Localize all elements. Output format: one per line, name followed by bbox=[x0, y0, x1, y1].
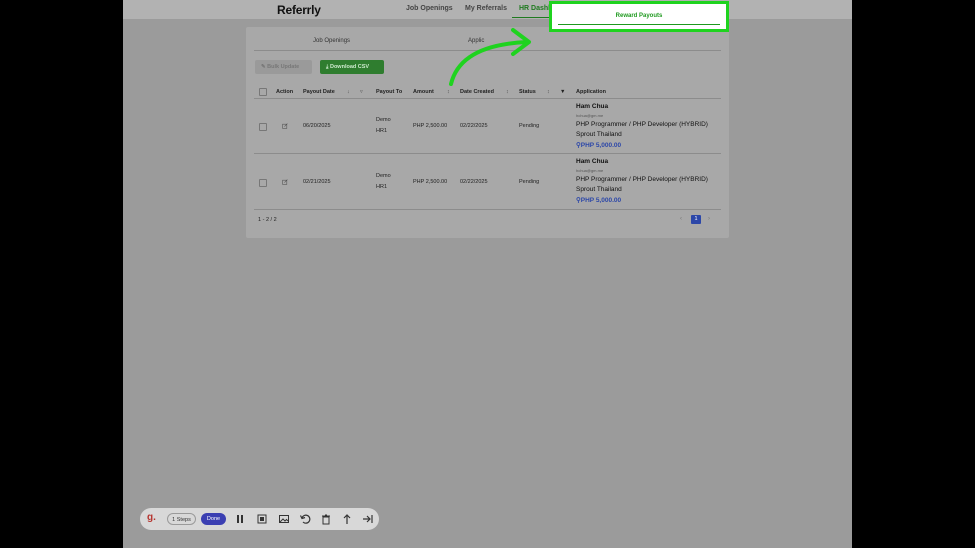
image-icon[interactable] bbox=[278, 513, 290, 525]
applicant-email: hchua@gm.me bbox=[576, 113, 604, 118]
header-status[interactable]: Status bbox=[519, 89, 536, 95]
select-all-checkbox[interactable] bbox=[259, 88, 267, 96]
steps-counter[interactable]: 1 Steps bbox=[167, 513, 196, 525]
applicant-position: PHP Programmer / PHP Developer (HYBRID) bbox=[576, 176, 708, 183]
recorder-toolbar: g. 1 Steps Done bbox=[140, 508, 379, 530]
share-icon[interactable] bbox=[341, 513, 353, 525]
undo-icon[interactable] bbox=[299, 513, 311, 525]
reward-amount: ⚲PHP 5,000.00 bbox=[576, 141, 621, 149]
amount: PHP 2,500.00 bbox=[413, 179, 448, 185]
reward-amount-label: PHP 5,000.00 bbox=[580, 142, 622, 149]
done-button[interactable]: Done bbox=[201, 513, 226, 525]
header-date-created[interactable]: Date Created bbox=[460, 89, 494, 95]
top-navbar: Referrly Job Openings My Referrals HR Da… bbox=[123, 0, 852, 19]
reward-amount-label: PHP 5,000.00 bbox=[580, 197, 622, 204]
recorder-logo: g. bbox=[147, 512, 156, 523]
payout-date: 02/21/2025 bbox=[303, 179, 331, 185]
page-1-button[interactable]: 1 bbox=[691, 215, 701, 224]
payout-to-first: Demo bbox=[376, 173, 391, 179]
tab-reward-payouts-label: Reward Payouts bbox=[615, 13, 663, 19]
reward-amount: ⚲PHP 5,000.00 bbox=[576, 196, 621, 204]
row-checkbox[interactable] bbox=[259, 179, 267, 187]
sort-desc-icon[interactable]: ↓ bbox=[347, 89, 350, 95]
payout-to-first: Demo bbox=[376, 117, 391, 123]
screen: Referrly Job Openings My Referrals HR Da… bbox=[123, 0, 852, 548]
tab-active-underline bbox=[558, 24, 720, 25]
next-page-button[interactable]: › bbox=[708, 216, 710, 222]
payout-date: 06/20/2025 bbox=[303, 123, 331, 129]
bulk-update-button[interactable]: ✎ Bulk Update bbox=[255, 60, 312, 74]
applicant-company: Sprout Thailand bbox=[576, 131, 622, 138]
status: Pending bbox=[519, 123, 540, 129]
row-divider bbox=[254, 153, 721, 154]
screen-capture-icon[interactable] bbox=[256, 513, 268, 525]
applicant-email: hchua@gm.me bbox=[576, 168, 604, 173]
applicant-name[interactable]: Ham Chua bbox=[576, 103, 608, 110]
applicant-company: Sprout Thailand bbox=[576, 186, 622, 193]
sort-icon[interactable]: ↕ bbox=[506, 89, 509, 95]
pagination-info: 1 - 2 / 2 bbox=[258, 217, 277, 223]
trash-icon[interactable] bbox=[320, 513, 332, 525]
sort-icon[interactable]: ↕ bbox=[547, 89, 550, 95]
filter-icon[interactable]: ▿ bbox=[360, 89, 363, 95]
header-amount[interactable]: Amount bbox=[413, 89, 434, 95]
payout-to-second: HR1 bbox=[376, 128, 388, 134]
download-csv-button[interactable]: ⤓ Download CSV bbox=[320, 60, 384, 74]
header-payout-date[interactable]: Payout Date bbox=[303, 89, 335, 95]
exit-icon[interactable] bbox=[362, 513, 374, 525]
app-logo[interactable]: Referrly bbox=[277, 3, 321, 17]
download-csv-label: Download CSV bbox=[329, 64, 370, 70]
filter-icon[interactable]: ▼ bbox=[560, 89, 565, 95]
tab-job-openings[interactable]: Job Openings bbox=[313, 38, 350, 44]
bulk-update-label: Bulk Update bbox=[267, 64, 300, 70]
amount: PHP 2,500.00 bbox=[413, 123, 448, 129]
pause-icon[interactable] bbox=[234, 513, 246, 525]
applicant-position: PHP Programmer / PHP Developer (HYBRID) bbox=[576, 121, 708, 128]
edit-icon[interactable] bbox=[282, 179, 288, 185]
payout-to-second: HR1 bbox=[376, 184, 388, 190]
nav-job-openings[interactable]: Job Openings bbox=[406, 5, 453, 12]
sort-icon[interactable]: ↕ bbox=[447, 89, 450, 95]
prev-page-button[interactable]: ‹ bbox=[680, 216, 682, 222]
header-action: Action bbox=[276, 89, 294, 95]
header-divider bbox=[254, 98, 721, 99]
tab-reward-payouts[interactable]: Reward Payouts bbox=[549, 1, 729, 32]
date-created: 02/22/2025 bbox=[460, 179, 488, 185]
header-payout-to: Payout To bbox=[376, 89, 403, 95]
row-checkbox[interactable] bbox=[259, 123, 267, 131]
edit-icon[interactable] bbox=[282, 123, 288, 129]
status: Pending bbox=[519, 179, 540, 185]
applicant-name[interactable]: Ham Chua bbox=[576, 158, 608, 165]
row-divider bbox=[254, 209, 721, 210]
annotation-arrow-icon bbox=[449, 28, 531, 86]
nav-my-referrals[interactable]: My Referrals bbox=[465, 5, 507, 12]
date-created: 02/22/2025 bbox=[460, 123, 488, 129]
header-application: Application bbox=[576, 89, 606, 95]
